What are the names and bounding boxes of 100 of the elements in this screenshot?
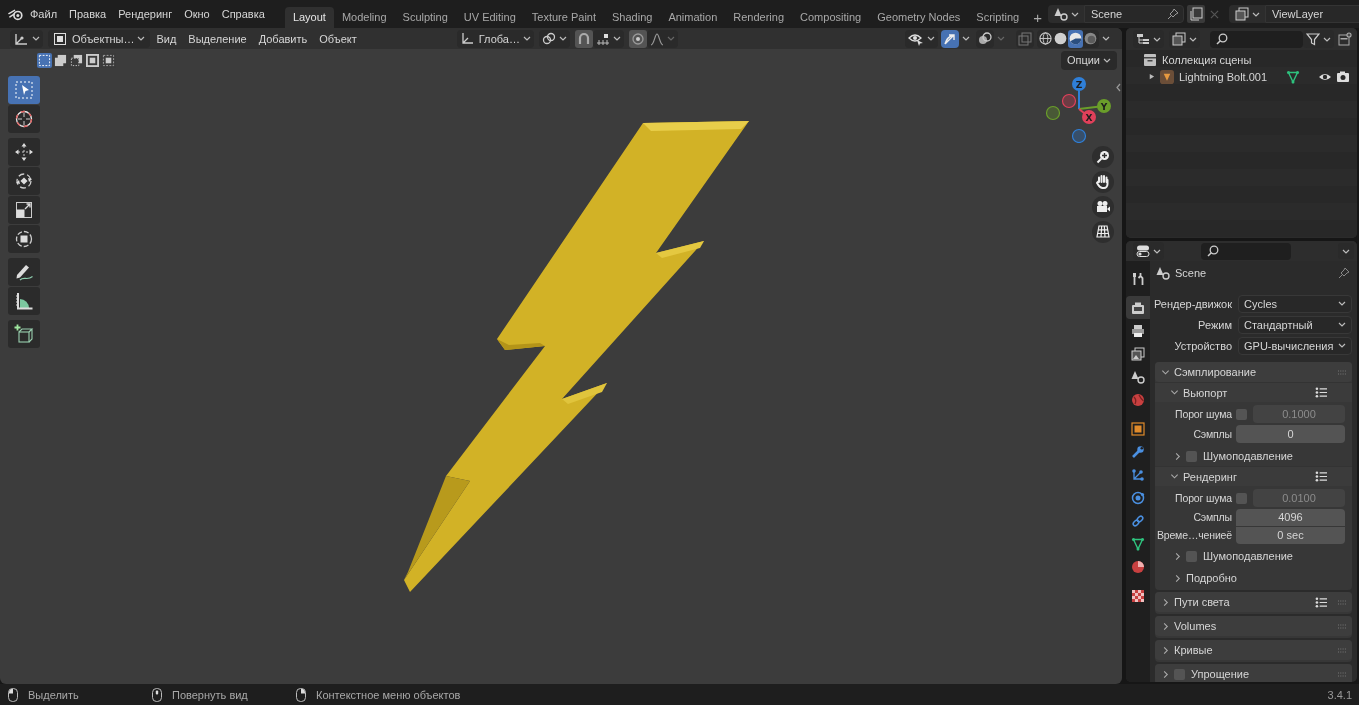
caret-icon[interactable] [962,36,970,41]
hand-icon[interactable] [1092,171,1114,193]
wireframe-shading-button[interactable] [1038,29,1053,48]
workspace-tab[interactable]: Geometry Nodes [869,7,969,28]
checkbox[interactable] [1236,492,1247,504]
workspace-tab[interactable]: UV Editing [455,7,524,28]
presets-list-icon[interactable] [1315,596,1328,608]
select-mode-button[interactable] [37,52,52,68]
mode-dropdown[interactable]: Объектны… [48,29,151,48]
caret-icon[interactable] [1102,36,1110,41]
menu-item[interactable]: Правка [63,4,113,24]
view-layer-field[interactable]: ViewLayer [1264,5,1359,23]
dropdown[interactable]: GPU-вычисления [1238,336,1352,355]
camera-icon[interactable] [1092,196,1114,218]
panel-header[interactable]: Упрощение [1155,664,1352,682]
tool-button[interactable] [8,105,40,133]
scene-selector-button[interactable] [1047,5,1084,23]
editor-type-button[interactable] [10,29,43,48]
number-field[interactable]: 0 [1236,425,1345,443]
menu-item[interactable]: Рендеринг [112,4,179,24]
duplicate-icon[interactable] [1186,5,1205,23]
magnet-icon[interactable] [574,29,593,48]
grid-icon[interactable] [1092,221,1114,243]
xray-toggle[interactable] [1016,29,1034,48]
filter-button[interactable] [1303,30,1334,48]
panel-header[interactable]: Пути света [1155,592,1352,612]
presets-list-icon[interactable] [1315,471,1328,482]
menu-item[interactable]: Выделение [182,28,253,49]
workspace-tab[interactable]: Texture Paint [523,7,604,28]
drag-handle-icon[interactable] [1337,671,1348,677]
menu-item[interactable]: Справка [215,4,271,24]
select-mode-button[interactable] [85,52,100,68]
tool-button[interactable] [8,258,40,286]
app-logo-icon[interactable] [8,7,23,21]
select-mode-button[interactable] [53,52,68,68]
pin-icon[interactable] [1338,267,1350,279]
snap-target-dropdown[interactable] [592,29,624,48]
zoom-icon[interactable] [1092,146,1114,168]
select-mode-button[interactable] [69,52,84,68]
workspace-tab[interactable]: Sculpting [394,7,456,28]
gizmo-toggle[interactable] [941,29,959,48]
material-shading-button[interactable] [1068,29,1083,48]
camera-icon[interactable] [1336,69,1350,84]
tool-button[interactable] [8,138,40,166]
tool-button[interactable] [8,167,40,195]
tool-button[interactable] [8,196,40,224]
add-workspace-button[interactable]: + [1027,7,1048,28]
options-dropdown[interactable]: Опции [1060,50,1117,70]
mesh-triangle-icon[interactable] [1286,69,1301,84]
workspace-tab[interactable]: Shading [604,7,661,28]
menu-item[interactable]: Добавить [252,28,314,49]
chevron-left-icon[interactable] [1116,83,1121,92]
3d-viewport[interactable]: Объектны… Вид Выделение Добавить Объект Глоба… Опции Z Y X [0,28,1122,684]
checkbox[interactable] [1236,408,1247,420]
drag-handle-icon[interactable] [1337,623,1348,629]
dropdown[interactable]: Стандартный [1238,315,1352,334]
panel-header[interactable]: Кривые [1155,640,1352,660]
axis-handle-icon[interactable] [1045,105,1061,121]
search-field[interactable] [1210,30,1303,48]
tool-button[interactable] [8,320,40,348]
menu-item[interactable]: Окно [178,4,216,24]
workspace-tab[interactable]: Scripting [968,7,1028,28]
tool-button[interactable] [8,225,40,253]
workspace-tab[interactable]: Layout [284,7,334,28]
view-layer-button[interactable] [1169,30,1200,48]
new-collection-icon[interactable] [1338,32,1352,46]
tool-button[interactable] [8,287,40,315]
view-layer-selector-button[interactable] [1228,5,1265,23]
select-mode-button[interactable] [101,52,116,68]
search-field[interactable] [1201,242,1291,260]
subpanel-header[interactable]: Шумоподавление [1155,546,1352,566]
presets-list-icon[interactable] [1315,387,1328,398]
workspace-tab[interactable]: Compositing [792,7,870,28]
expand-triangle-icon[interactable] [1148,73,1155,80]
properties-tab[interactable] [1126,296,1150,319]
dropdown[interactable]: Cycles [1238,294,1352,313]
number-field[interactable]: 4096 [1236,508,1345,526]
subpanel-header[interactable]: Подробно [1155,568,1352,588]
axis-handle[interactable]: Z [1072,77,1086,110]
drag-handle-icon[interactable] [1337,369,1348,375]
orientation-dropdown[interactable]: Глоба… [456,29,534,48]
pin-icon[interactable] [1166,8,1179,20]
subpanel-header[interactable]: Рендеринг [1155,466,1352,486]
drag-handle-icon[interactable] [1337,599,1348,605]
pivot-dropdown[interactable] [538,29,570,48]
workspace-tab[interactable]: Rendering [725,7,793,28]
subpanel-header[interactable]: Шумоподавление [1155,446,1352,466]
subpanel-header[interactable]: Вьюпорт [1155,382,1352,402]
checkbox[interactable] [1186,550,1197,562]
axis-handle-icon[interactable] [1071,128,1087,143]
drag-handle-icon[interactable] [1337,647,1348,653]
visibility-dropdown[interactable] [905,29,938,48]
number-field[interactable]: 0 sec [1236,526,1345,544]
collection-label[interactable]: Коллекция сцены [1162,53,1252,66]
workspace-tab[interactable]: Animation [660,7,726,28]
menu-item[interactable]: Объект [313,28,363,49]
axis-handle-icon[interactable] [1061,93,1077,109]
menu-item[interactable]: Вид [150,28,183,49]
falloff-dropdown[interactable] [646,29,678,48]
scene-field[interactable]: Scene [1083,5,1184,23]
